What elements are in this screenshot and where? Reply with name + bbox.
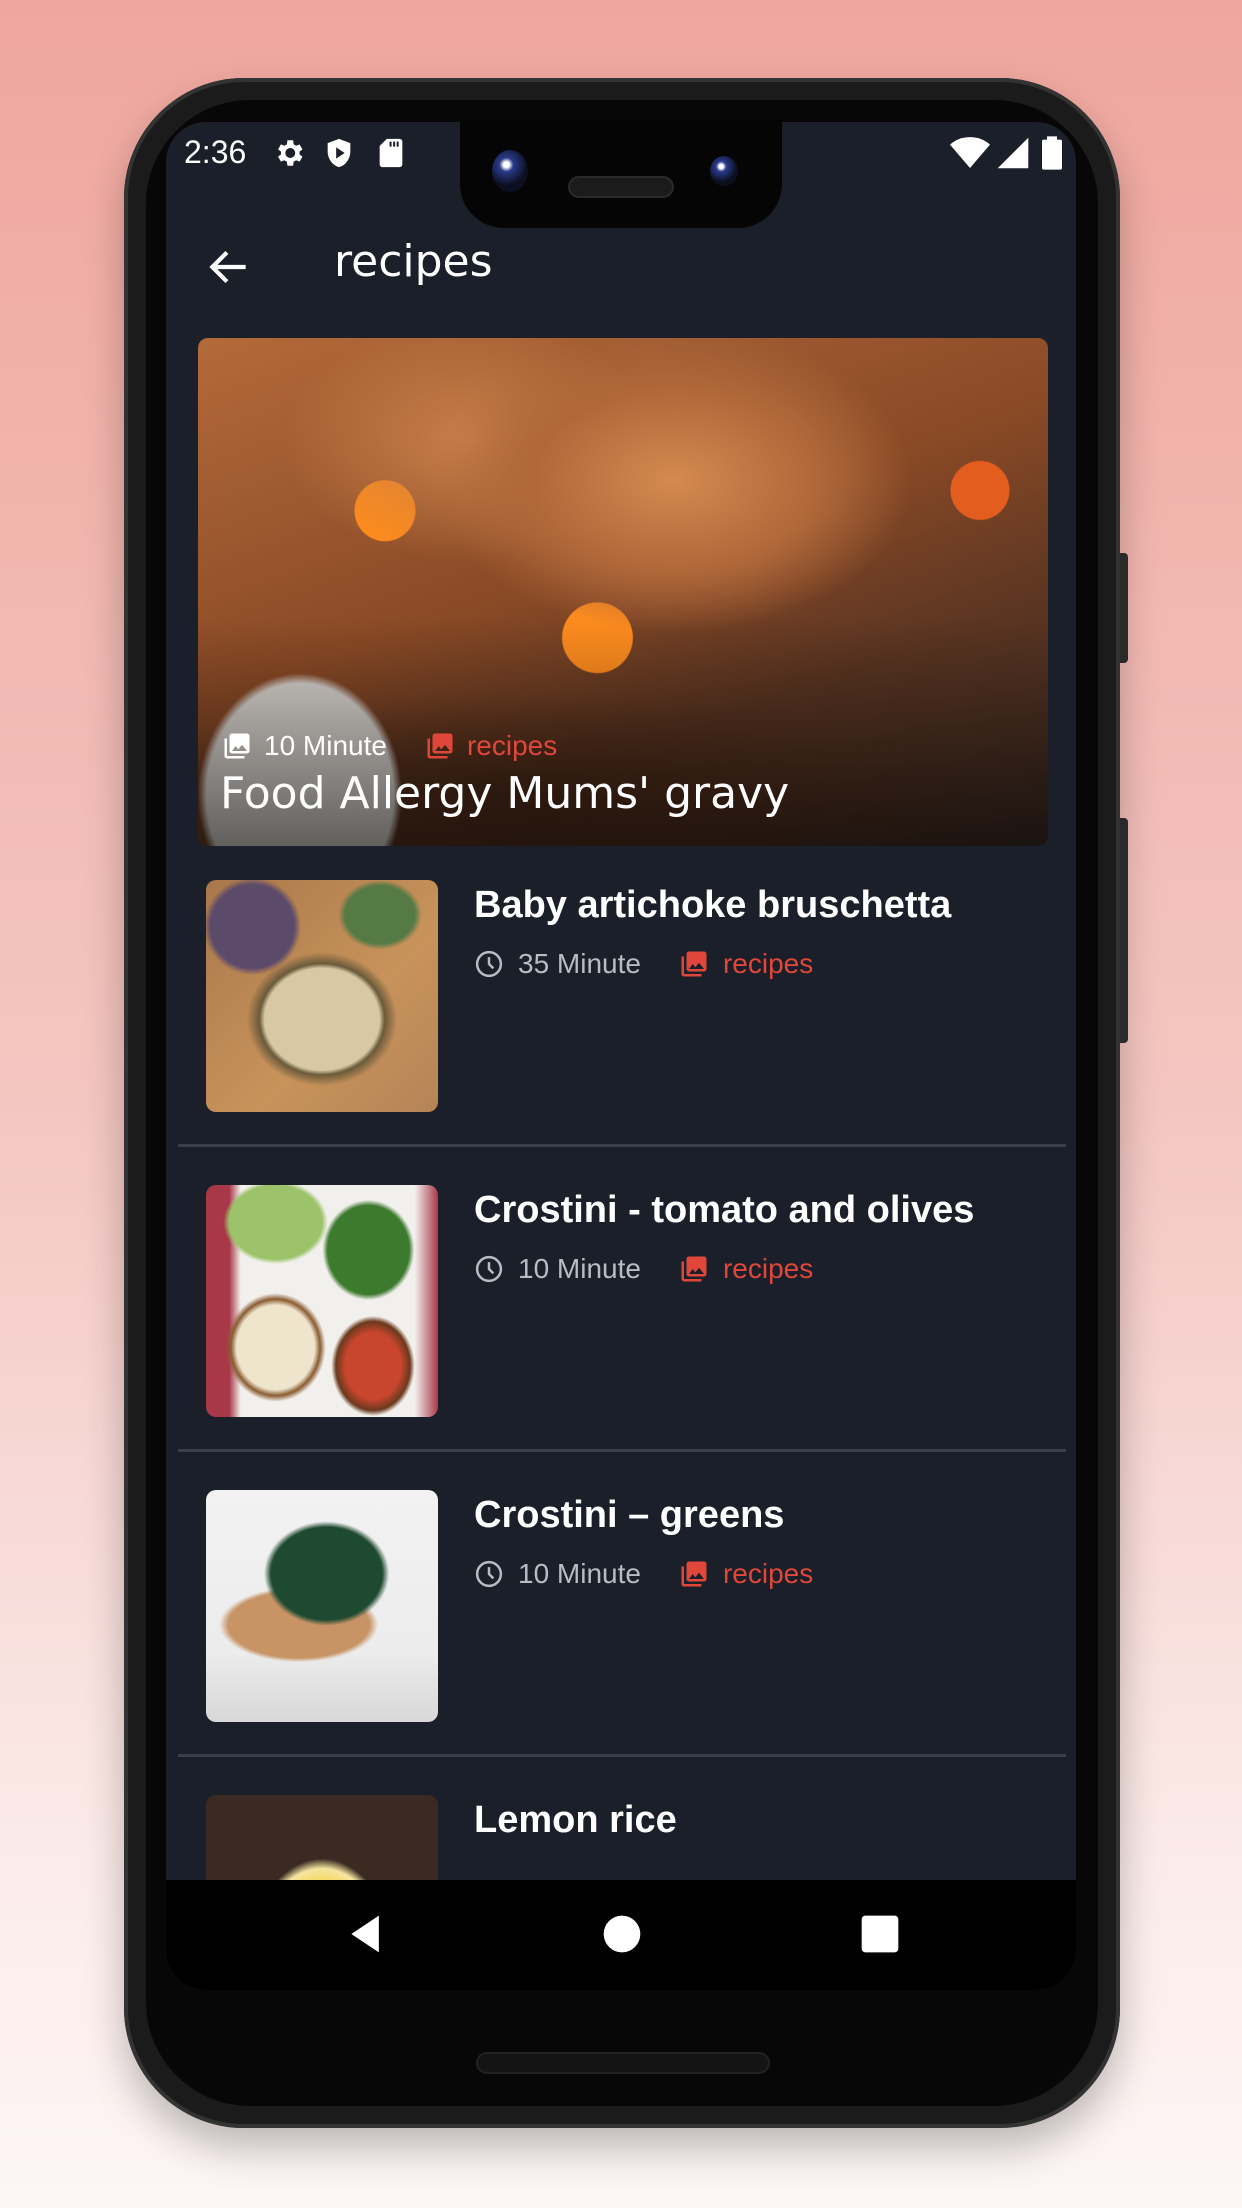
recipe-time: 10 Minute (518, 1253, 641, 1284)
earpiece-speaker (568, 176, 674, 198)
recipe-thumbnail (206, 880, 438, 1112)
recipe-meta: 10 Minute recipes (474, 1558, 813, 1590)
recipe-meta: 35 Minute recipes (474, 948, 813, 980)
clock-icon (475, 1255, 503, 1283)
gear-icon (278, 140, 303, 166)
square-recents-icon[interactable] (858, 1912, 902, 1956)
cellular-signal-icon (997, 137, 1029, 169)
shield-play-icon (327, 138, 351, 168)
recipe-list-item[interactable]: Crostini – greens 10 Minute recipes (178, 1452, 1066, 1757)
front-camera (492, 150, 528, 192)
photo-library-icon (681, 1256, 707, 1282)
featured-recipe-card[interactable]: 10 Minute recipes Food Allergy Mums' gra… (198, 338, 1048, 846)
battery-icon (1042, 136, 1062, 170)
featured-time: 10 Minute (222, 730, 425, 762)
recipe-title: Crostini - tomato and olives (474, 1189, 975, 1231)
recipe-category[interactable]: recipes (723, 1253, 813, 1285)
system-nav-bar (166, 1880, 1076, 1990)
photo-library-icon (681, 1561, 707, 1587)
clock-icon (475, 950, 503, 978)
recipe-time: 10 Minute (518, 1558, 641, 1589)
recipe-title: Lemon rice (474, 1799, 677, 1841)
power-button (1120, 553, 1128, 663)
recipe-title: Crostini – greens (474, 1494, 785, 1536)
recipe-meta: 10 Minute recipes (474, 1253, 813, 1285)
recipe-thumbnail (206, 1185, 438, 1417)
recipe-list-item[interactable]: Baby artichoke bruschetta 35 Minute reci… (178, 842, 1066, 1147)
photo-library-icon (681, 951, 707, 977)
sd-card-icon (379, 138, 403, 168)
recipe-category[interactable]: recipes (723, 1558, 813, 1590)
clock-icon (475, 1560, 503, 1588)
bottom-speaker (476, 2052, 770, 2074)
triangle-back-icon[interactable] (344, 1912, 388, 1956)
camera-notch (460, 120, 782, 228)
featured-meta: 10 Minute recipes (222, 730, 557, 762)
arrow-left-icon[interactable] (204, 242, 254, 292)
recipe-list: Baby artichoke bruschetta 35 Minute reci… (178, 842, 1066, 1990)
recipe-list-item[interactable]: Crostini - tomato and olives 10 Minute r… (178, 1147, 1066, 1452)
volume-button (1120, 818, 1128, 1043)
app-screen: 2:36 recipes 10 Minute recipes Food Alle… (166, 122, 1076, 1990)
featured-category[interactable]: recipes (425, 730, 557, 762)
recipe-time: 35 Minute (518, 948, 641, 979)
featured-title: Food Allergy Mums' gravy (220, 768, 790, 819)
recipe-thumbnail (206, 1490, 438, 1722)
status-time: 2:36 (184, 134, 247, 170)
wifi-icon (950, 137, 990, 168)
photo-library-icon (224, 733, 250, 759)
front-sensor (710, 156, 738, 186)
page-title: recipes (334, 236, 493, 287)
recipe-category[interactable]: recipes (723, 948, 813, 980)
app-bar: recipes (166, 210, 1076, 330)
photo-library-icon (427, 733, 453, 759)
circle-home-icon[interactable] (600, 1912, 644, 1956)
recipe-title: Baby artichoke bruschetta (474, 884, 952, 926)
